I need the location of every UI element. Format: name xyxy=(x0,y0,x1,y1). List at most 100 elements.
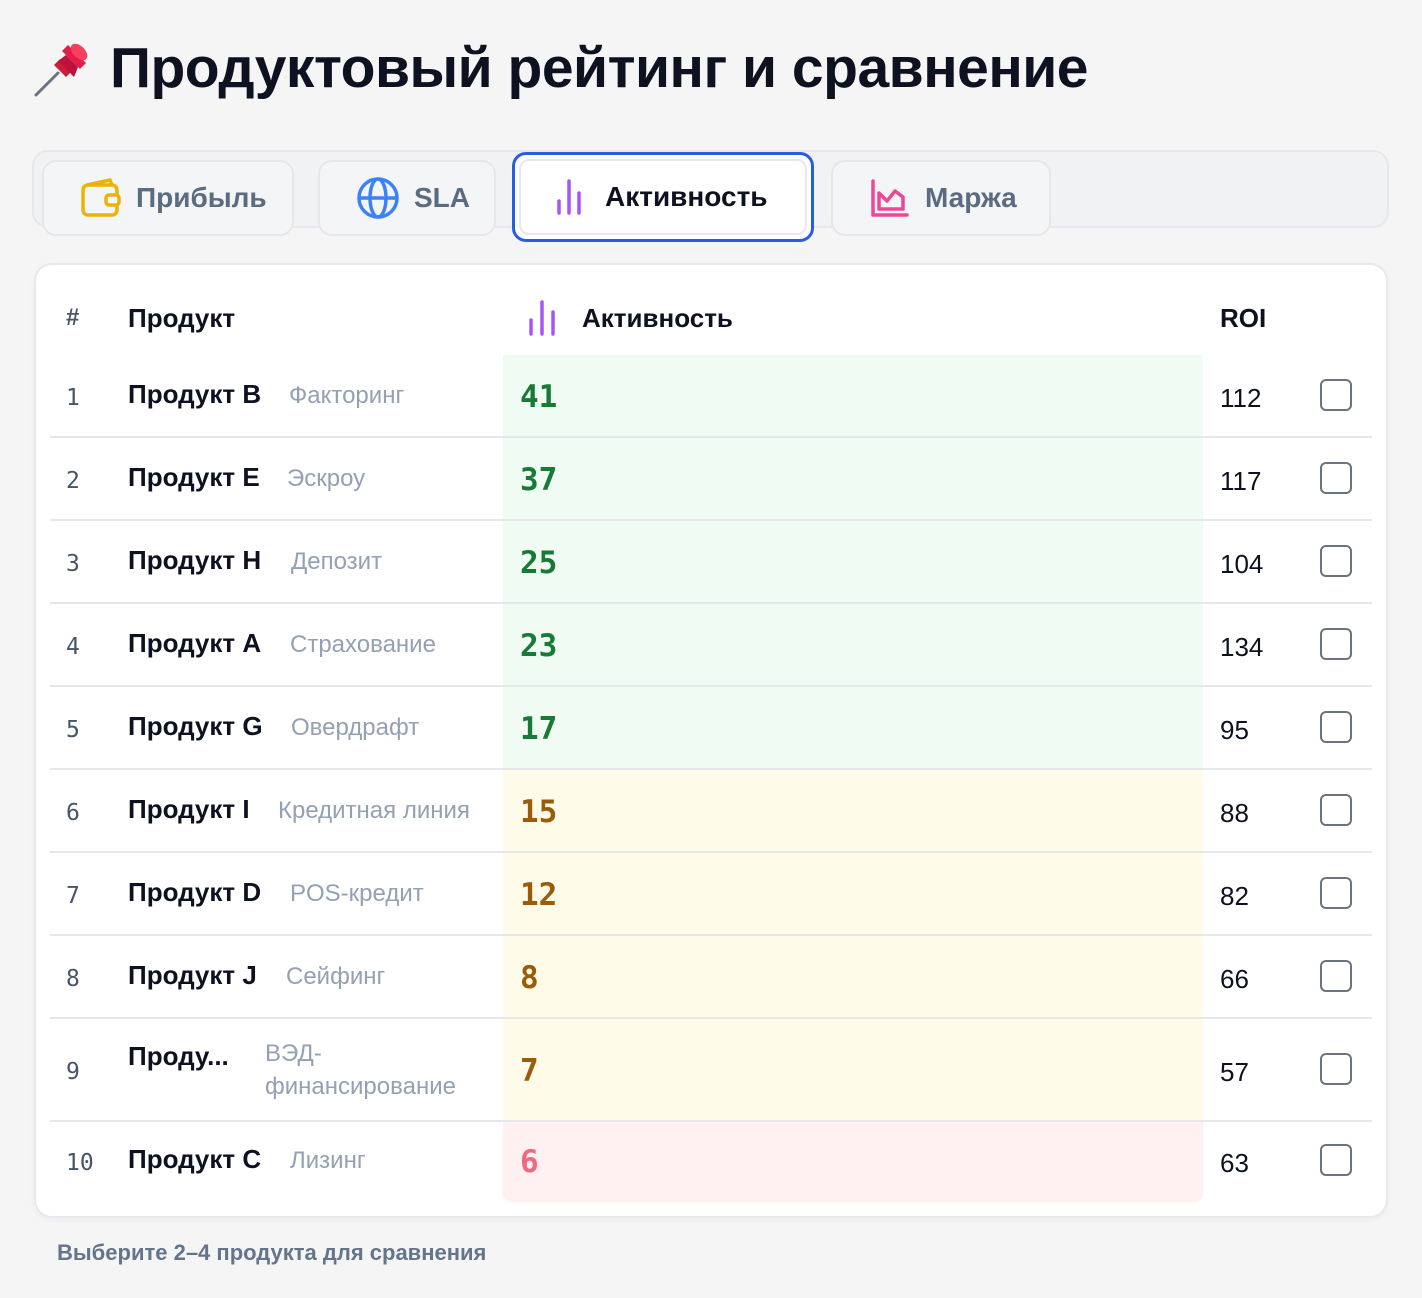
compare-checkbox[interactable] xyxy=(1320,876,1352,909)
row-rank: 10 xyxy=(66,1150,94,1176)
tab-label: Маржа xyxy=(925,182,1017,213)
compare-checkbox[interactable] xyxy=(1320,378,1352,411)
metric-cell-background xyxy=(503,521,1203,602)
product-type: Сейфинг xyxy=(286,962,386,990)
product-type: Депозит xyxy=(291,547,383,575)
tab-activity[interactable]: Активность xyxy=(512,152,814,242)
compare-checkbox[interactable] xyxy=(1320,1144,1352,1176)
product-name: Продукт G xyxy=(128,710,263,741)
selection-hint: Выберите 2–4 продукта для сравнения xyxy=(57,1240,487,1265)
roi-value: 104 xyxy=(1220,548,1264,579)
row-rank: 2 xyxy=(66,467,80,494)
tab-margin[interactable]: Маржа xyxy=(831,160,1051,236)
product-type: Овердрафт xyxy=(291,713,420,741)
row-rank: 3 xyxy=(66,550,80,577)
page-header: Продуктовый рейтинг и сравнение xyxy=(32,32,1089,104)
tab-label: Прибыль xyxy=(136,182,267,213)
table-row[interactable]: 6 Продукт I Кредитная линия 15 88 xyxy=(50,770,1372,853)
row-rank: 8 xyxy=(66,965,80,992)
column-header-metric-label: Активность xyxy=(582,302,733,333)
activity-value: 6 xyxy=(520,1144,539,1180)
metric-cell-background xyxy=(503,687,1203,768)
product-name: Продукт J xyxy=(128,959,257,990)
row-rank: 9 xyxy=(66,1058,80,1085)
column-header-metric[interactable]: Активность xyxy=(526,290,733,346)
product-name: Проду... xyxy=(128,1041,229,1071)
product-type: Кредитная линия xyxy=(278,796,470,824)
row-rank: 6 xyxy=(66,799,80,826)
roi-value: 95 xyxy=(1220,714,1249,745)
table-row[interactable]: 5 Продукт G Овердрафт 17 95 xyxy=(50,687,1372,770)
activity-value: 23 xyxy=(520,627,558,664)
page-title: Продуктовый рейтинг и сравнение xyxy=(110,36,1089,100)
tab-sla[interactable]: SLA xyxy=(318,160,496,236)
product-name: Продукт I xyxy=(128,793,250,824)
tab-label: SLA xyxy=(414,182,470,213)
column-header-roi[interactable]: ROI xyxy=(1220,290,1266,346)
roi-value: 134 xyxy=(1220,631,1264,662)
wallet-icon xyxy=(81,178,121,217)
table-row[interactable]: 10 Продукт C Лизинг 6 63 xyxy=(50,1122,1372,1202)
globe-icon xyxy=(357,177,399,219)
product-type: Лизинг xyxy=(290,1147,366,1174)
product-name: Продукт B xyxy=(128,378,262,409)
product-name: Продукт H xyxy=(128,544,262,575)
table-row[interactable]: 3 Продукт H Депозит 25 104 xyxy=(50,521,1372,604)
table-row[interactable]: 4 Продукт A Страхование 23 134 xyxy=(50,604,1372,687)
roi-value: 66 xyxy=(1220,963,1249,994)
roi-value: 117 xyxy=(1220,465,1262,496)
compare-checkbox[interactable] xyxy=(1320,461,1352,494)
roi-value: 82 xyxy=(1220,880,1249,911)
product-name: Продукт D xyxy=(128,876,262,907)
activity-value: 37 xyxy=(520,461,558,498)
compare-checkbox[interactable] xyxy=(1320,1052,1352,1085)
activity-value: 7 xyxy=(520,1052,539,1089)
product-type: ВЭД- финансирование xyxy=(265,1040,456,1100)
compare-checkbox[interactable] xyxy=(1320,793,1352,826)
row-rank: 1 xyxy=(66,384,80,411)
product-type: Факторинг xyxy=(289,381,405,409)
row-rank: 4 xyxy=(66,633,80,660)
metric-cell-background xyxy=(503,438,1203,519)
product-name: Продукт C xyxy=(128,1144,262,1174)
roi-value: 57 xyxy=(1220,1056,1249,1087)
row-rank: 7 xyxy=(66,882,80,909)
compare-checkbox[interactable] xyxy=(1320,959,1352,992)
metric-cell-background xyxy=(503,355,1203,436)
table-row[interactable]: 2 Продукт E Эскроу 37 117 xyxy=(50,438,1372,521)
metric-cell-background xyxy=(503,770,1203,851)
compare-checkbox[interactable] xyxy=(1320,710,1352,743)
activity-value: 25 xyxy=(520,544,558,581)
column-header-product[interactable]: Продукт xyxy=(128,290,235,346)
metric-cell-background xyxy=(503,1122,1203,1202)
tab-label: Активность xyxy=(605,181,768,212)
activity-value: 17 xyxy=(520,710,558,747)
activity-value: 8 xyxy=(520,959,539,996)
product-type: Страхование xyxy=(290,630,436,658)
tab-profit[interactable]: Прибыль xyxy=(42,160,294,236)
bar-chart-icon xyxy=(529,300,555,336)
product-name: Продукт A xyxy=(128,627,262,658)
table-row[interactable]: 1 Продукт B Факторинг 41 112 xyxy=(50,355,1372,438)
row-rank: 5 xyxy=(66,716,80,743)
compare-checkbox[interactable] xyxy=(1320,544,1352,577)
pushpin-icon xyxy=(34,43,88,97)
table-row[interactable]: 9 Проду... ВЭД- финансирование 7 57 xyxy=(50,1019,1372,1122)
roi-value: 112 xyxy=(1220,382,1262,413)
product-name: Продукт E xyxy=(128,461,260,492)
column-header-num: # xyxy=(66,304,80,331)
product-type: Эскроу xyxy=(287,464,366,492)
bar-chart-icon xyxy=(557,179,581,215)
activity-value: 15 xyxy=(520,793,558,830)
compare-checkbox[interactable] xyxy=(1320,627,1352,660)
product-type: POS-кредит xyxy=(290,879,424,907)
area-chart-icon xyxy=(871,179,909,217)
table-row[interactable]: 7 Продукт D POS-кредит 12 82 xyxy=(50,853,1372,936)
metric-cell-background xyxy=(503,1019,1203,1120)
activity-value: 12 xyxy=(520,876,558,913)
roi-value: 88 xyxy=(1220,797,1249,828)
metric-cell-background xyxy=(503,853,1203,934)
activity-value: 41 xyxy=(520,378,558,415)
metric-cell-background xyxy=(503,604,1203,685)
table-row[interactable]: 8 Продукт J Сейфинг 8 66 xyxy=(50,936,1372,1019)
